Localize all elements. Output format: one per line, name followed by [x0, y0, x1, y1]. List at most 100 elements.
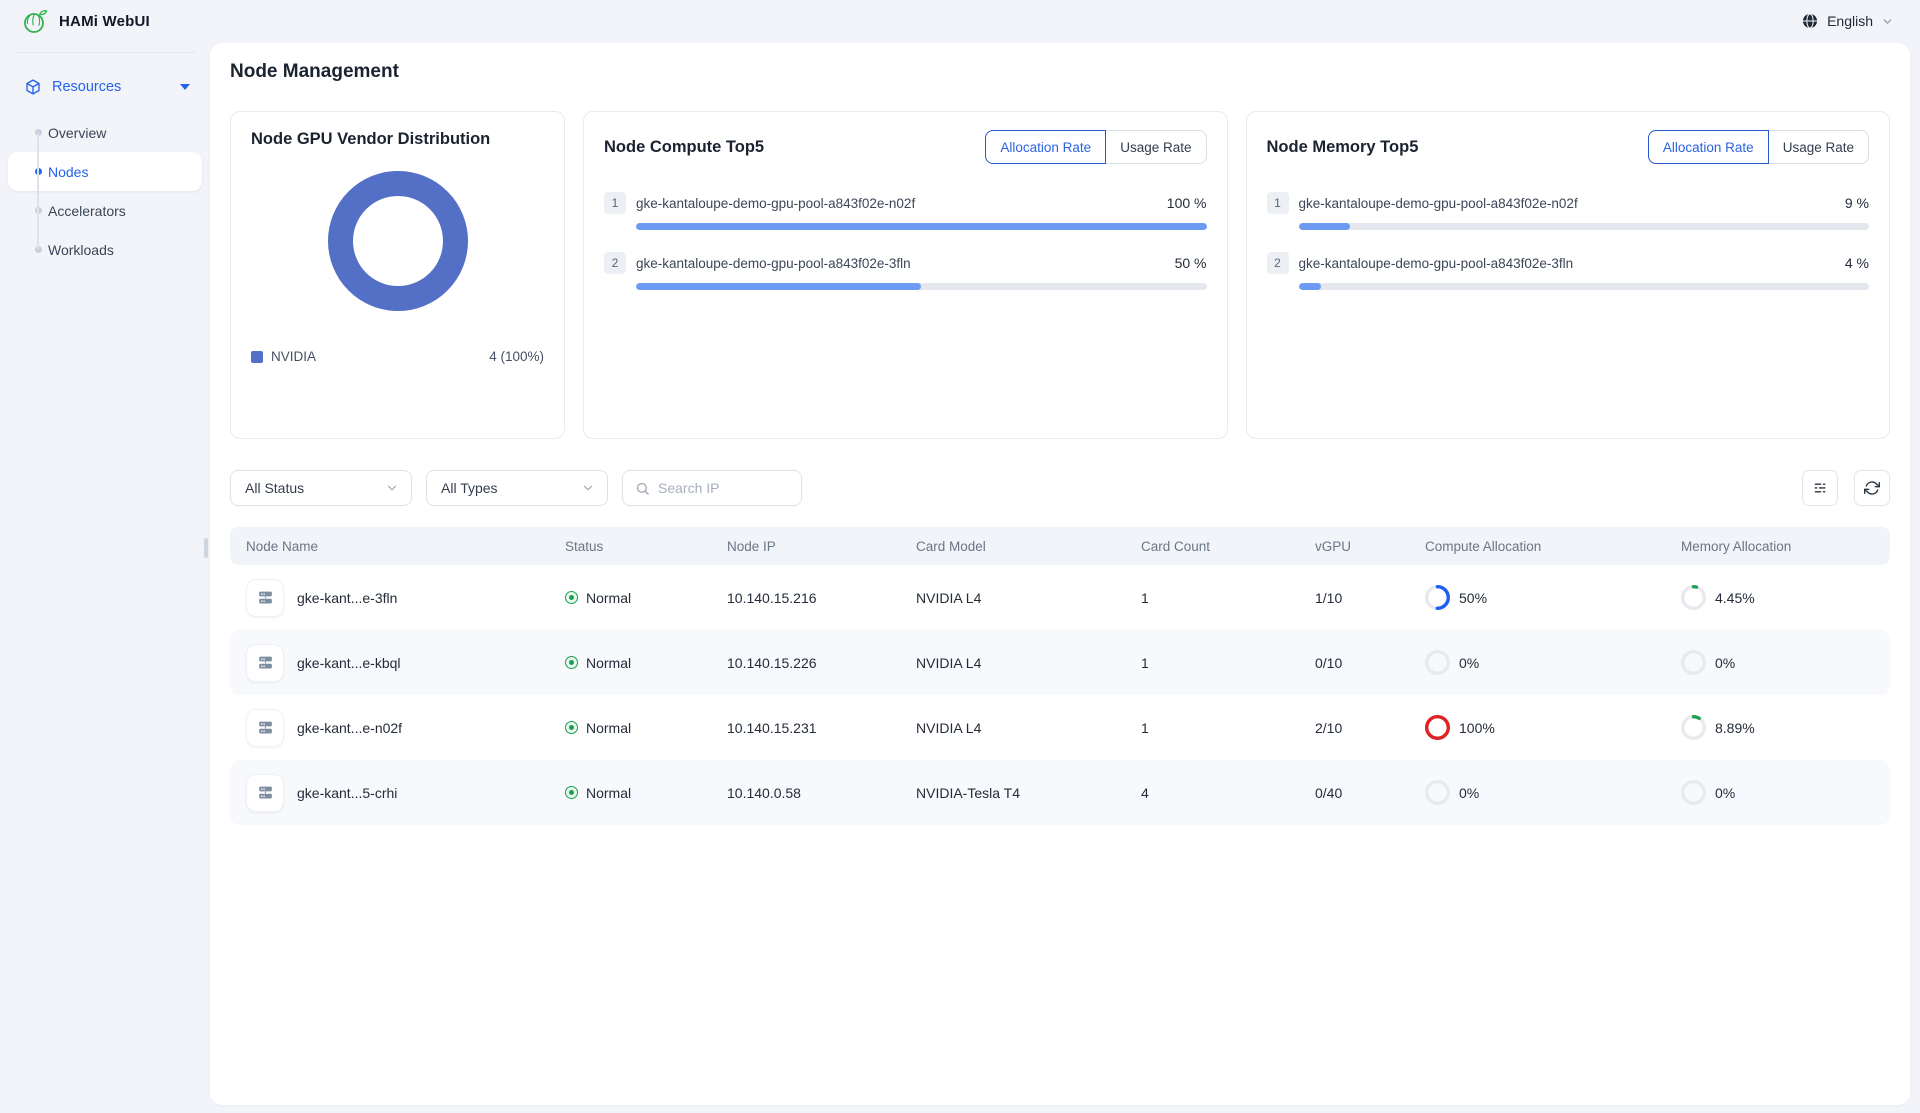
sidebar-resize-handle[interactable] — [204, 538, 208, 558]
col-node-ip: Node IP — [727, 539, 916, 554]
node-name: gke-kantaloupe-demo-gpu-pool-a843f02e-3f… — [636, 256, 1165, 271]
node-name: gke-kantaloupe-demo-gpu-pool-a843f02e-n0… — [1299, 196, 1835, 211]
sidebar-tree: Overview Nodes Accelerators Workloads — [8, 113, 202, 269]
compute-allocation-label: 100% — [1459, 720, 1495, 736]
node-tile — [246, 774, 284, 812]
node-name: gke-kant...e-3fln — [297, 590, 397, 606]
vendor-legend-row[interactable]: NVIDIA 4 (100%) — [251, 349, 544, 364]
status-ok-icon — [565, 721, 578, 734]
table-row[interactable]: gke-kant...e-n02f Normal 10.140.15.231 N… — [230, 695, 1890, 760]
page-title: Node Management — [230, 59, 1890, 85]
memory-allocation-ring — [1681, 585, 1706, 610]
rank-badge: 2 — [604, 252, 626, 274]
chevron-down-icon — [1881, 15, 1894, 28]
memory-allocation-label: 0% — [1715, 785, 1735, 801]
usage-rate-tab[interactable]: Usage Rate — [1105, 130, 1206, 164]
card-title: Node Compute Top5 — [604, 138, 764, 157]
card-model: NVIDIA L4 — [916, 655, 1141, 671]
node-ip: 10.140.0.58 — [727, 785, 916, 801]
col-card-model: Card Model — [916, 539, 1141, 554]
col-memory-allocation: Memory Allocation — [1681, 539, 1890, 554]
main-panel: Node Management Node GPU Vendor Distribu… — [210, 43, 1910, 1105]
nodes-table: Node Name Status Node IP Card Model Card… — [230, 527, 1890, 825]
vendor-donut-chart — [251, 171, 544, 311]
chevron-down-icon — [581, 481, 595, 495]
card-count: 1 — [1141, 590, 1315, 606]
language-label: English — [1827, 13, 1873, 29]
top5-row: 1 gke-kantaloupe-demo-gpu-pool-a843f02e-… — [1267, 192, 1870, 230]
allocation-rate-tab[interactable]: Allocation Rate — [1648, 130, 1769, 164]
rank-badge: 1 — [1267, 192, 1289, 214]
rank-badge: 2 — [1267, 252, 1289, 274]
sidebar-divider — [14, 52, 196, 53]
card-title: Node Memory Top5 — [1267, 138, 1419, 157]
node-tile — [246, 709, 284, 747]
memory-rate-toggle: Allocation Rate Usage Rate — [1648, 130, 1869, 164]
compute-allocation-label: 0% — [1459, 655, 1479, 671]
card-count: 4 — [1141, 785, 1315, 801]
vgpu: 0/10 — [1315, 655, 1425, 671]
table-row[interactable]: gke-kant...e-3fln Normal 10.140.15.216 N… — [230, 565, 1890, 630]
search-icon — [635, 481, 650, 496]
table-row[interactable]: gke-kant...e-kbql Normal 10.140.15.226 N… — [230, 630, 1890, 695]
col-status: Status — [565, 539, 727, 554]
status-filter-select[interactable]: All Status — [230, 470, 412, 506]
app-title: HAMi WebUI — [59, 13, 150, 30]
server-icon — [256, 588, 275, 607]
globe-icon — [1801, 12, 1819, 30]
vgpu: 2/10 — [1315, 720, 1425, 736]
type-filter-select[interactable]: All Types — [426, 470, 608, 506]
status-label: Normal — [586, 785, 631, 801]
card-gpu-vendor-distribution: Node GPU Vendor Distribution NVIDIA 4 (1… — [230, 111, 565, 439]
compute-allocation-ring — [1425, 650, 1450, 675]
vgpu: 0/40 — [1315, 785, 1425, 801]
stat-cards: Node GPU Vendor Distribution NVIDIA 4 (1… — [230, 111, 1890, 439]
rank-badge: 1 — [604, 192, 626, 214]
allocation-rate-tab[interactable]: Allocation Rate — [985, 130, 1106, 164]
status-label: Normal — [586, 590, 631, 606]
column-settings-button[interactable] — [1802, 470, 1838, 506]
app-logo-icon — [22, 8, 49, 35]
node-name: gke-kantaloupe-demo-gpu-pool-a843f02e-3f… — [1299, 256, 1835, 271]
memory-allocation-ring — [1681, 650, 1706, 675]
sidebar-item-label: Overview — [48, 125, 106, 141]
status-filter-value: All Status — [245, 480, 385, 496]
status-ok-icon — [565, 656, 578, 669]
vgpu: 1/10 — [1315, 590, 1425, 606]
filter-bar: All Status All Types — [230, 470, 1890, 506]
brand: HAMi WebUI — [22, 8, 150, 35]
compute-rate-toggle: Allocation Rate Usage Rate — [985, 130, 1206, 164]
top5-row: 1 gke-kantaloupe-demo-gpu-pool-a843f02e-… — [604, 192, 1207, 230]
node-tile — [246, 644, 284, 682]
top-bar: HAMi WebUI English — [0, 0, 1920, 42]
status-ok-icon — [565, 591, 578, 604]
cube-icon — [24, 78, 42, 96]
legend-value: 4 (100%) — [489, 349, 544, 364]
usage-rate-tab[interactable]: Usage Rate — [1768, 130, 1869, 164]
status-label: Normal — [586, 720, 631, 736]
node-name: gke-kant...e-n02f — [297, 720, 402, 736]
sidebar-section-resources[interactable]: Resources — [8, 67, 202, 107]
card-node-compute-top5: Node Compute Top5 Allocation Rate Usage … — [583, 111, 1228, 439]
language-selector[interactable]: English — [1801, 12, 1894, 30]
card-model: NVIDIA L4 — [916, 720, 1141, 736]
col-node-name: Node Name — [230, 539, 565, 554]
card-model: NVIDIA-Tesla T4 — [916, 785, 1141, 801]
status-ok-icon — [565, 786, 578, 799]
node-ip: 10.140.15.226 — [727, 655, 916, 671]
type-filter-value: All Types — [441, 480, 581, 496]
node-name: gke-kantaloupe-demo-gpu-pool-a843f02e-n0… — [636, 196, 1157, 211]
col-vgpu: vGPU — [1315, 539, 1425, 554]
table-row[interactable]: gke-kant...5-crhi Normal 10.140.0.58 NVI… — [230, 760, 1890, 825]
rate-value: 100 % — [1167, 195, 1207, 211]
memory-allocation-ring — [1681, 715, 1706, 740]
progress-bar — [636, 223, 1207, 230]
server-icon — [256, 718, 275, 737]
card-count: 1 — [1141, 720, 1315, 736]
chevron-down-icon — [385, 481, 399, 495]
refresh-button[interactable] — [1854, 470, 1890, 506]
rate-value: 50 % — [1175, 255, 1207, 271]
legend-label: NVIDIA — [271, 349, 316, 364]
search-ip-input[interactable] — [658, 480, 789, 496]
node-name: gke-kant...5-crhi — [297, 785, 397, 801]
